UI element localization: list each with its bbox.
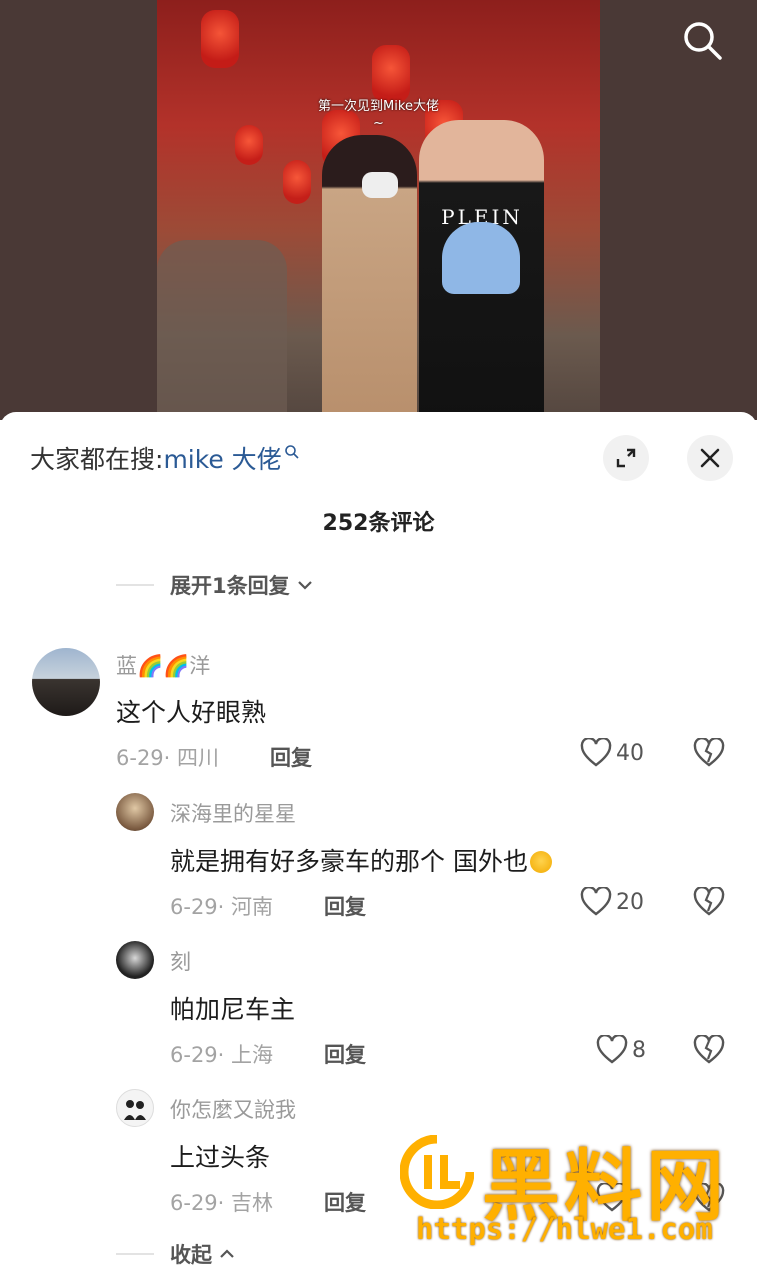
reply-username[interactable]: 你怎麼又說我 <box>170 1094 296 1124</box>
hot-search-prefix: 大家都在搜: <box>30 445 164 474</box>
watermark-logo-icon <box>400 1135 474 1209</box>
reply-text: 上过头条 <box>170 1143 271 1172</box>
lantern-decoration <box>283 160 311 204</box>
reply-text: 帕加尼车主 <box>170 995 296 1024</box>
like-button[interactable]: 20 <box>580 887 644 917</box>
broken-heart-icon[interactable] <box>692 1035 726 1065</box>
lantern-decoration <box>235 125 263 165</box>
hot-search-bar[interactable]: 大家都在搜:mike 大佬 <box>30 440 300 476</box>
comment-username[interactable]: 蓝🌈🌈洋 <box>116 650 210 680</box>
broken-heart-icon[interactable] <box>692 887 726 917</box>
like-count: 40 <box>616 740 644 766</box>
reply-username[interactable]: 深海里的星星 <box>170 798 296 828</box>
avatar[interactable] <box>116 941 154 979</box>
watermark: 黑料网 https://hlwe1.com <box>398 1130 743 1250</box>
smirk-emoji-icon <box>529 851 552 873</box>
comment-text: 这个人好眼熟 <box>116 698 267 727</box>
video-player[interactable]: PLEIN 第一次见到Mike大佬 ~ <box>0 0 757 420</box>
video-caption: 第一次见到Mike大佬 <box>318 99 439 114</box>
hot-search-keyword[interactable]: mike 大佬 <box>163 445 281 474</box>
divider <box>116 1253 154 1255</box>
video-caption-tilde: ~ <box>373 116 384 131</box>
comment-count: 252条评论 <box>322 511 435 536</box>
expand-icon <box>616 448 636 468</box>
reply-text: 就是拥有好多豪车的那个 国外也 <box>170 842 552 878</box>
reply-date-location: 6-29· 吉林 <box>170 1191 274 1215</box>
watermark-url: https://hlwe1.com <box>416 1212 713 1246</box>
expand-button[interactable] <box>603 435 649 481</box>
avatar[interactable] <box>116 1089 154 1127</box>
avatar[interactable] <box>32 648 100 716</box>
chair <box>157 240 287 420</box>
divider <box>116 584 154 586</box>
heart-icon <box>596 1035 628 1064</box>
reply-button[interactable]: 回复 <box>324 1187 366 1217</box>
like-count: 20 <box>616 889 644 915</box>
comment-date-location: 6-29· 四川 <box>116 746 220 770</box>
small-search-icon <box>284 445 299 459</box>
avatar[interactable] <box>116 793 154 831</box>
search-button[interactable] <box>680 18 726 64</box>
expand-replies-label: 展开1条回复 <box>170 574 290 598</box>
reply-text-content: 就是拥有好多豪车的那个 国外也 <box>170 847 528 876</box>
search-icon <box>684 22 722 60</box>
close-icon <box>700 448 720 468</box>
reply-date-location: 6-29· 河南 <box>170 895 274 919</box>
heart-icon <box>580 887 612 916</box>
reply-button[interactable]: 回复 <box>324 891 366 921</box>
reply-button[interactable]: 回复 <box>324 1039 366 1069</box>
like-button[interactable]: 40 <box>580 738 644 768</box>
video-frame: PLEIN 第一次见到Mike大佬 ~ <box>157 0 600 420</box>
face-mask <box>362 172 398 198</box>
expand-replies-row[interactable]: 展开1条回复 <box>116 570 314 600</box>
heart-icon <box>580 738 612 767</box>
reply-button[interactable]: 回复 <box>270 742 312 772</box>
chevron-down-icon <box>297 581 312 590</box>
lantern-decoration <box>201 10 239 68</box>
like-count: 8 <box>632 1037 646 1063</box>
broken-heart-icon[interactable] <box>692 738 726 768</box>
like-button[interactable]: 8 <box>596 1035 646 1065</box>
reply-date-location: 6-29· 上海 <box>170 1043 274 1067</box>
chevron-up-icon <box>220 1249 234 1258</box>
collapse-label: 收起 <box>170 1243 212 1267</box>
reply-username[interactable]: 刻 <box>170 946 191 976</box>
close-button[interactable] <box>687 435 733 481</box>
avatar-sketch-icon <box>124 1100 146 1120</box>
shirt-graphic <box>442 222 520 294</box>
collapse-replies-row[interactable]: 收起 <box>116 1239 236 1269</box>
